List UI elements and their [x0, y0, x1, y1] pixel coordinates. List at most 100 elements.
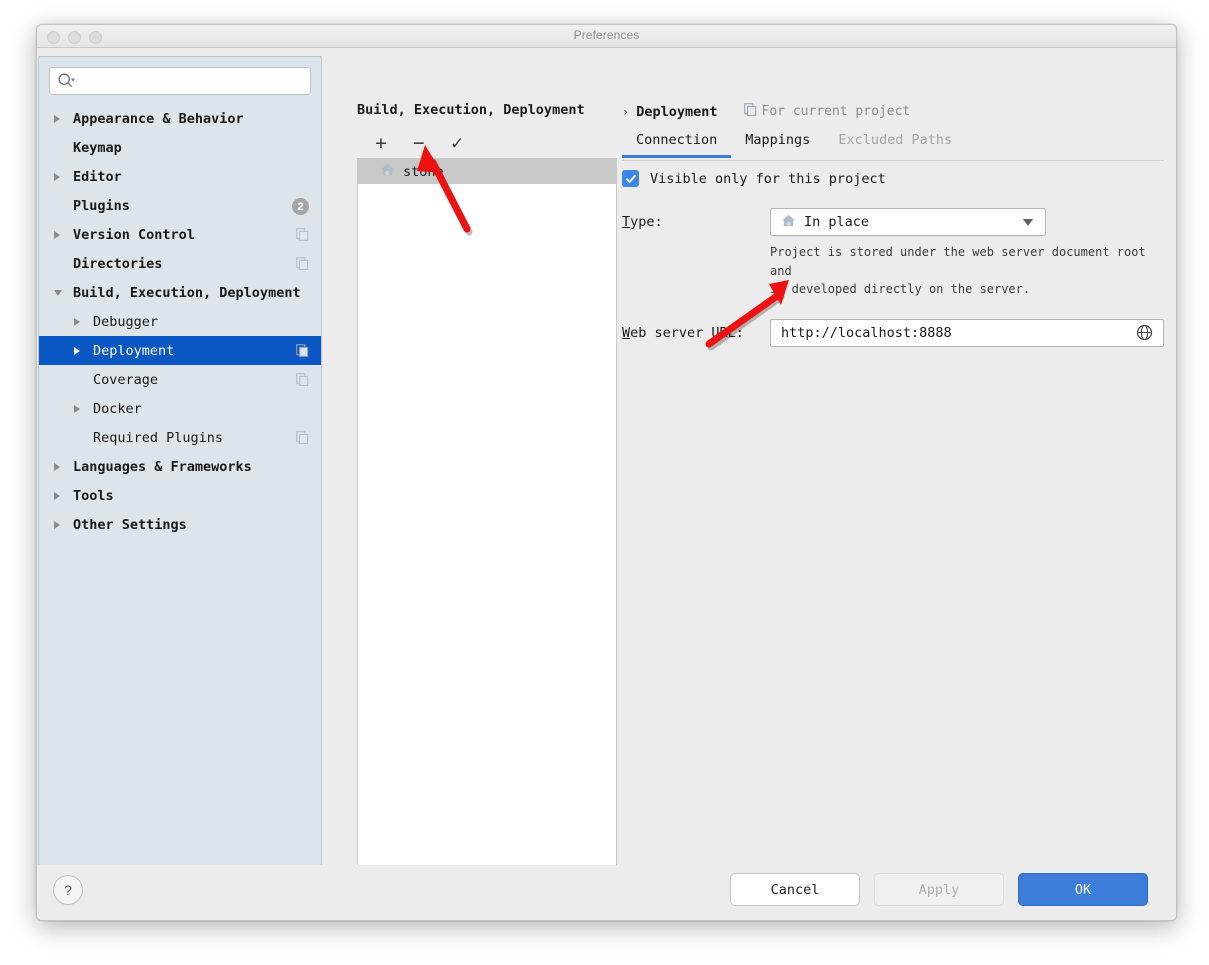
visible-only-row[interactable]: Visible only for this project	[622, 170, 1164, 187]
chevron-right-icon[interactable]	[74, 404, 80, 413]
tab-connection[interactable]: Connection	[622, 130, 732, 158]
for-current-project-note: For current project	[743, 103, 911, 120]
sidebar-item-appearance-behavior[interactable]: Appearance & Behavior	[39, 104, 321, 133]
window-title: Preferences	[573, 28, 640, 42]
home-icon	[781, 213, 796, 232]
ok-button[interactable]: OK	[1018, 873, 1148, 906]
sidebar-item-required-plugins[interactable]: Required Plugins	[39, 423, 321, 452]
sidebar-item-other-settings[interactable]: Other Settings	[39, 510, 321, 539]
sidebar-item-languages-frameworks[interactable]: Languages & Frameworks	[39, 452, 321, 481]
settings-tree-panel: Appearance & Behavior Keymap Editor Plugins…	[38, 56, 322, 887]
servers-panel-header: Build, Execution, Deployment	[357, 102, 585, 118]
for-current-project-label: For current project	[761, 104, 911, 119]
set-default-server-button[interactable]: ✓	[447, 132, 467, 154]
sidebar-item-label: Other Settings	[73, 516, 187, 533]
copy-icon	[296, 228, 309, 241]
copy-icon	[743, 103, 757, 120]
chevron-down-icon[interactable]	[54, 289, 62, 296]
visible-only-checkbox[interactable]	[622, 170, 639, 187]
breadcrumb-current: Deployment	[636, 103, 718, 120]
servers-list[interactable]: stone	[357, 158, 617, 913]
tab-excluded-paths: Excluded Paths	[838, 132, 953, 148]
window-titlebar: Preferences	[37, 25, 1176, 48]
sidebar-item-label: Docker	[93, 400, 142, 417]
window-body: Appearance & Behavior Keymap Editor Plugins…	[37, 48, 1176, 920]
settings-tree[interactable]: Appearance & Behavior Keymap Editor Plugins…	[39, 101, 321, 539]
web-server-url-label-mnemonic: W	[622, 324, 631, 341]
sidebar-item-plugins[interactable]: Plugins 2	[39, 191, 321, 220]
sidebar-item-version-control[interactable]: Version Control	[39, 220, 321, 249]
chevron-right-icon[interactable]	[54, 114, 60, 123]
copy-icon	[296, 257, 309, 270]
chevron-right-icon[interactable]	[54, 491, 60, 500]
type-hint: Project is stored under the web server d…	[770, 245, 1146, 297]
remove-server-button[interactable]: −	[409, 132, 429, 154]
sidebar-item-tools[interactable]: Tools	[39, 481, 321, 510]
help-button[interactable]: ?	[53, 875, 83, 905]
web-server-url-value[interactable]: http://localhost:8888	[781, 325, 952, 341]
sidebar-item-label: Editor	[73, 168, 122, 185]
breadcrumb-separator: ›	[622, 104, 630, 119]
home-icon	[380, 162, 395, 181]
copy-icon	[296, 344, 309, 357]
type-label-rest: ype:	[630, 214, 663, 230]
chevron-right-icon[interactable]	[74, 317, 80, 326]
detail-panel: Build, Execution, Deployment › Deploymen…	[615, 96, 1176, 865]
sidebar-item-label: Directories	[73, 255, 163, 272]
cancel-button[interactable]: Cancel	[730, 873, 860, 906]
tab-mappings[interactable]: Mappings	[731, 130, 824, 157]
add-server-button[interactable]: +	[371, 132, 391, 154]
sidebar-item-keymap[interactable]: Keymap	[39, 133, 321, 162]
server-list-item[interactable]: stone	[358, 159, 616, 184]
chevron-right-icon[interactable]	[74, 346, 80, 355]
type-row: Type: In place	[622, 208, 1164, 236]
web-server-url-label-rest: eb server URL:	[630, 324, 744, 341]
sidebar-item-deployment[interactable]: Deployment	[39, 336, 321, 365]
sidebar-item-debugger[interactable]: Debugger	[39, 307, 321, 336]
sidebar-item-label: Debugger	[93, 313, 159, 330]
chevron-right-icon[interactable]	[54, 172, 60, 181]
visible-only-label: Visible only for this project	[650, 170, 886, 187]
sidebar-item-coverage[interactable]: Coverage	[39, 365, 321, 394]
type-dropdown[interactable]: In place	[770, 208, 1046, 236]
sidebar-item-badge: 2	[292, 198, 309, 215]
sidebar-item-label: Appearance & Behavior	[73, 110, 244, 127]
sidebar-item-build-execution-deployment[interactable]: Build, Execution, Deployment	[39, 278, 321, 307]
search-icon	[57, 72, 75, 90]
type-label-mnemonic: T	[622, 214, 631, 230]
web-server-url-label: Web server URL:	[622, 325, 770, 341]
sidebar-item-directories[interactable]: Directories	[39, 249, 321, 278]
copy-icon	[296, 431, 309, 444]
sidebar-item-label: Version Control	[73, 226, 195, 243]
sidebar-item-label: Build, Execution, Deployment	[73, 284, 301, 301]
search-box[interactable]	[49, 67, 311, 95]
search-container	[39, 57, 321, 101]
sidebar-item-label: Deployment	[93, 342, 175, 359]
copy-icon	[296, 373, 309, 386]
sidebar-item-label: Keymap	[73, 139, 122, 156]
web-server-url-field[interactable]: http://localhost:8888	[770, 318, 1164, 347]
sidebar-item-label: Required Plugins	[93, 429, 224, 446]
chevron-right-icon[interactable]	[54, 230, 60, 239]
sidebar-item-editor[interactable]: Editor	[39, 162, 321, 191]
search-input[interactable]	[80, 68, 304, 94]
sidebar-item-label: Plugins	[73, 197, 130, 214]
connection-form: Visible only for this project Type: In p…	[622, 170, 1164, 347]
sidebar-item-label: Languages & Frameworks	[73, 458, 252, 475]
web-server-url-row: Web server URL: http://localhost:8888	[622, 318, 1164, 347]
apply-button: Apply	[874, 873, 1004, 906]
screenshot-root: Preferences Appearance & Behavior Keymap…	[0, 0, 1209, 965]
globe-icon[interactable]	[1136, 324, 1153, 341]
type-value: In place	[804, 214, 870, 230]
type-label: Type:	[622, 214, 770, 230]
dialog-buttons: Cancel Apply OK	[730, 873, 1148, 906]
sidebar-item-docker[interactable]: Docker	[39, 394, 321, 423]
server-list-item-label: stone	[403, 163, 444, 180]
sidebar-item-label: Coverage	[93, 371, 159, 388]
detail-tabs[interactable]: Connection Mappings Excluded Paths	[622, 130, 1164, 161]
servers-toolbar[interactable]: + − ✓	[357, 128, 629, 158]
breadcrumb: Build, Execution, Deployment › Deploymen…	[622, 103, 910, 120]
chevron-right-icon[interactable]	[54, 520, 60, 529]
chevron-right-icon[interactable]	[54, 462, 60, 471]
chevron-down-icon	[1023, 219, 1033, 226]
